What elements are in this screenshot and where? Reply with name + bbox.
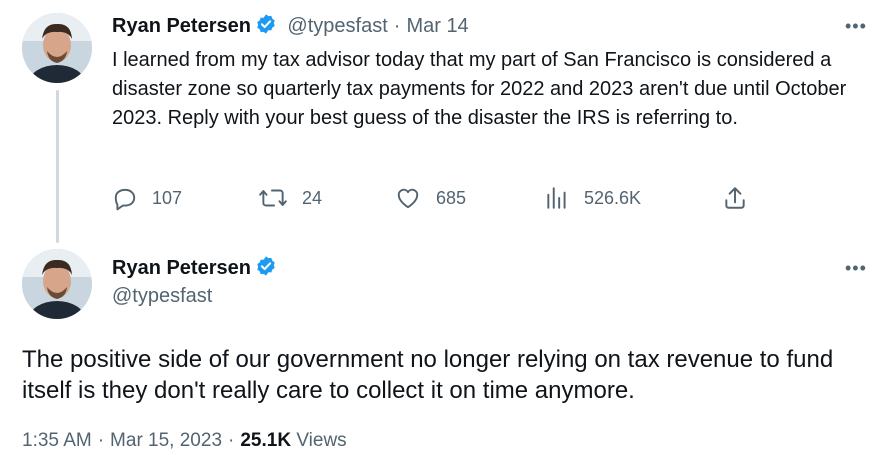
like-count: 685 <box>436 187 467 208</box>
tweet-text: I learned from my tax advisor today that… <box>112 49 847 129</box>
separator: · <box>97 430 105 451</box>
views-button[interactable]: 526.6K <box>544 185 641 211</box>
tweet1-header: Ryan Petersen @typesfast · Mar 14 <box>112 13 469 40</box>
tweet-date[interactable]: Mar 15, 2023 <box>110 430 222 451</box>
verified-badge-icon <box>255 13 277 40</box>
verified-badge-icon <box>255 255 277 282</box>
avatar[interactable] <box>22 13 92 83</box>
author-name[interactable]: Ryan Petersen <box>112 15 251 37</box>
views-icon <box>547 187 566 209</box>
share-icon <box>725 187 745 209</box>
reply-count: 107 <box>152 187 183 208</box>
retweet-count: 24 <box>302 187 323 208</box>
more-icon[interactable]: ••• <box>845 16 867 37</box>
views-count: 526.6K <box>584 187 642 208</box>
more-icon[interactable]: ••• <box>845 258 867 279</box>
separator: · <box>228 430 235 451</box>
tweet-text: The positive side of our government no l… <box>22 346 834 404</box>
separator: · <box>393 15 401 37</box>
tweet-time[interactable]: 1:35 AM <box>22 430 92 451</box>
tweet-date[interactable]: Mar 14 <box>406 15 468 37</box>
tweet-meta: 1:35 AM · Mar 15, 2023 · 25.1K Views <box>22 430 347 452</box>
avatar[interactable] <box>22 249 92 319</box>
thread-line <box>56 90 59 243</box>
author-handle[interactable]: @typesfast <box>287 15 387 37</box>
retweet-button[interactable]: 24 <box>258 185 322 211</box>
like-icon <box>397 188 419 209</box>
reply-button[interactable]: 107 <box>112 185 182 211</box>
share-button[interactable] <box>722 185 762 211</box>
author-handle[interactable]: @typesfast <box>112 285 212 308</box>
views-count: 25.1K <box>240 430 292 451</box>
reply-icon <box>114 188 136 211</box>
retweet-icon <box>259 189 287 207</box>
views-label: Views <box>296 430 347 451</box>
like-button[interactable]: 685 <box>394 185 466 211</box>
tweet2-author: Ryan Petersen <box>112 255 277 282</box>
author-name[interactable]: Ryan Petersen <box>112 257 251 279</box>
